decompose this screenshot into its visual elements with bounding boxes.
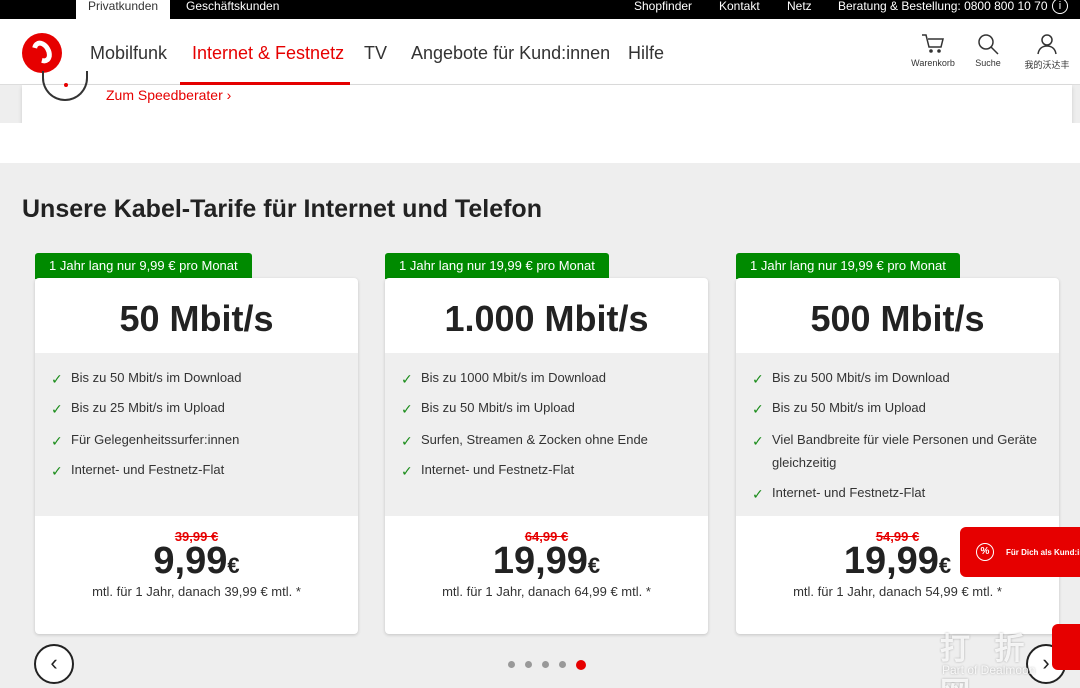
list-item: ✓ Bis zu 50 Mbit/s im Download: [51, 366, 346, 389]
price: 19,99€: [492, 540, 601, 582]
price-note: mtl. für 1 Jahr, danach 54,99 € mtl. *: [793, 584, 1002, 599]
carousel-dot[interactable]: [559, 661, 566, 668]
tariff-badge: 1 Jahr lang nur 19,99 € pro Monat: [385, 253, 609, 279]
nav-hilfe[interactable]: Hilfe: [628, 43, 664, 64]
tariff-badge: 1 Jahr lang nur 19,99 € pro Monat: [736, 253, 960, 279]
contact-link[interactable]: Kontakt: [719, 0, 760, 19]
price: 9,99€: [153, 540, 240, 582]
tariff-badge: 1 Jahr lang nur 9,99 € pro Monat: [35, 253, 252, 279]
carousel-dot[interactable]: [525, 661, 532, 668]
check-icon: ✓: [401, 463, 413, 479]
promo-label: Für Dich als Kund:in: [1006, 548, 1080, 557]
speedberater-link[interactable]: Zum Speedberater ›: [106, 87, 231, 103]
tariff-card-1000[interactable]: 1.000 Mbit/s ✓ Bis zu 1000 Mbit/s im Down…: [385, 278, 708, 634]
check-icon: ✓: [752, 401, 764, 417]
check-icon: ✓: [752, 486, 764, 502]
vodafone-logo[interactable]: [22, 33, 62, 73]
price-note: mtl. für 1 Jahr, danach 39,99 € mtl. *: [92, 584, 301, 599]
feature-list: ✓ Bis zu 50 Mbit/s im Download ✓ Bis zu 25…: [35, 353, 358, 516]
tariff-card-50[interactable]: 50 Mbit/s ✓ Bis zu 50 Mbit/s im Download …: [35, 278, 358, 634]
info-icon[interactable]: i: [1052, 0, 1068, 14]
tariff-speed: 1.000 Mbit/s: [444, 298, 649, 339]
list-item: ✓ Bis zu 500 Mbit/s im Download: [752, 366, 1047, 389]
account-label: 我的沃达丰: [1024, 60, 1070, 70]
nav-tv[interactable]: TV: [364, 43, 387, 64]
chevron-left-icon: ‹: [50, 650, 58, 675]
cart-label: Warenkorb: [911, 58, 955, 68]
list-item: ✓ Internet- und Festnetz-Flat: [752, 481, 1047, 504]
tab-geschaeftskunden[interactable]: Geschäftskunden: [174, 0, 291, 19]
check-icon: ✓: [401, 371, 413, 387]
list-item: ✓ Internet- und Festnetz-Flat: [401, 458, 696, 481]
search-label: Suche: [975, 58, 1001, 68]
tariff-card-500[interactable]: 500 Mbit/s ✓ Bis zu 500 Mbit/s im Downloa…: [736, 278, 1059, 634]
list-item: ✓ Viel Bandbreite für viele Personen und …: [752, 432, 1037, 470]
feature-list: ✓ Bis zu 500 Mbit/s im Download ✓ Bis zu 5…: [736, 353, 1059, 516]
nav-angebote[interactable]: Angebote für Kund:innen: [411, 43, 610, 64]
watermark-title: 打 折 网: [940, 633, 1033, 688]
user-icon: [1037, 34, 1057, 55]
shopfinder-link[interactable]: Shopfinder: [634, 0, 692, 19]
list-item: ✓ Für Gelegenheitssurfer:innen: [51, 428, 346, 451]
check-icon: ✓: [401, 401, 413, 417]
carousel-dot-active[interactable]: [576, 660, 586, 670]
cart-button[interactable]: Warenkorb: [903, 33, 963, 68]
list-item: ✓ Surfen, Streamen & Zocken ohne Ende: [401, 428, 696, 451]
price-note: mtl. für 1 Jahr, danach 64,99 € mtl. *: [442, 584, 651, 599]
carousel-dot[interactable]: [542, 661, 549, 668]
nav-mobilfunk[interactable]: Mobilfunk: [90, 43, 167, 64]
section-title: Unsere Kabel-Tarife für Internet und Tel…: [22, 195, 542, 223]
hotline-text: Beratung & Bestellung: 0800 800 10 70: [838, 0, 1048, 13]
list-item: ✓ Bis zu 1000 Mbit/s im Download: [401, 366, 696, 389]
check-icon: ✓: [51, 463, 63, 479]
section-spacer: [0, 123, 1080, 163]
tariff-speed: 500 Mbit/s: [810, 298, 985, 339]
check-icon: ✓: [51, 433, 63, 449]
cart-icon: [922, 34, 944, 53]
carousel-prev-button[interactable]: ‹: [34, 644, 74, 684]
check-icon: ✓: [401, 433, 413, 449]
list-item: ✓ Bis zu 50 Mbit/s im Upload: [401, 396, 696, 419]
nav-internet-festnetz[interactable]: Internet & Festnetz: [192, 43, 344, 64]
list-item: ✓ Internet- und Festnetz-Flat: [51, 458, 346, 481]
check-icon: ✓: [51, 401, 63, 417]
check-icon: ✓: [752, 433, 764, 449]
network-link[interactable]: Netz: [787, 0, 812, 19]
chevron-right-icon: ›: [226, 87, 232, 103]
speedometer-icon: [42, 71, 88, 101]
speedberater-card: Zum Speedberater ›: [22, 71, 1072, 123]
carousel-dot[interactable]: [508, 661, 515, 668]
check-icon: ✓: [752, 371, 764, 387]
promo-tab[interactable]: % Für Dich als Kund:in: [960, 527, 1080, 577]
main-header: Mobilfunk Internet & Festnetz TV Angebot…: [0, 19, 1080, 85]
top-bar: Privatkunden Geschäftskunden Shopfinder …: [0, 0, 1080, 19]
account-button[interactable]: 我的沃达丰: [1017, 33, 1077, 71]
tab-privatkunden[interactable]: Privatkunden: [76, 0, 171, 19]
tariff-speed: 50 Mbit/s: [119, 298, 274, 339]
watermark-sub: Part of Dealmoon: [942, 663, 1036, 677]
search-button[interactable]: Suche: [958, 33, 1018, 68]
check-icon: ✓: [51, 371, 63, 387]
list-item: ✓ Bis zu 25 Mbit/s im Upload: [51, 396, 346, 419]
feature-list: ✓ Bis zu 1000 Mbit/s im Download ✓ Bis zu …: [385, 353, 708, 516]
discount-icon: %: [976, 543, 994, 561]
search-icon: [978, 34, 999, 55]
list-item: ✓ Bis zu 50 Mbit/s im Upload: [752, 396, 1047, 419]
